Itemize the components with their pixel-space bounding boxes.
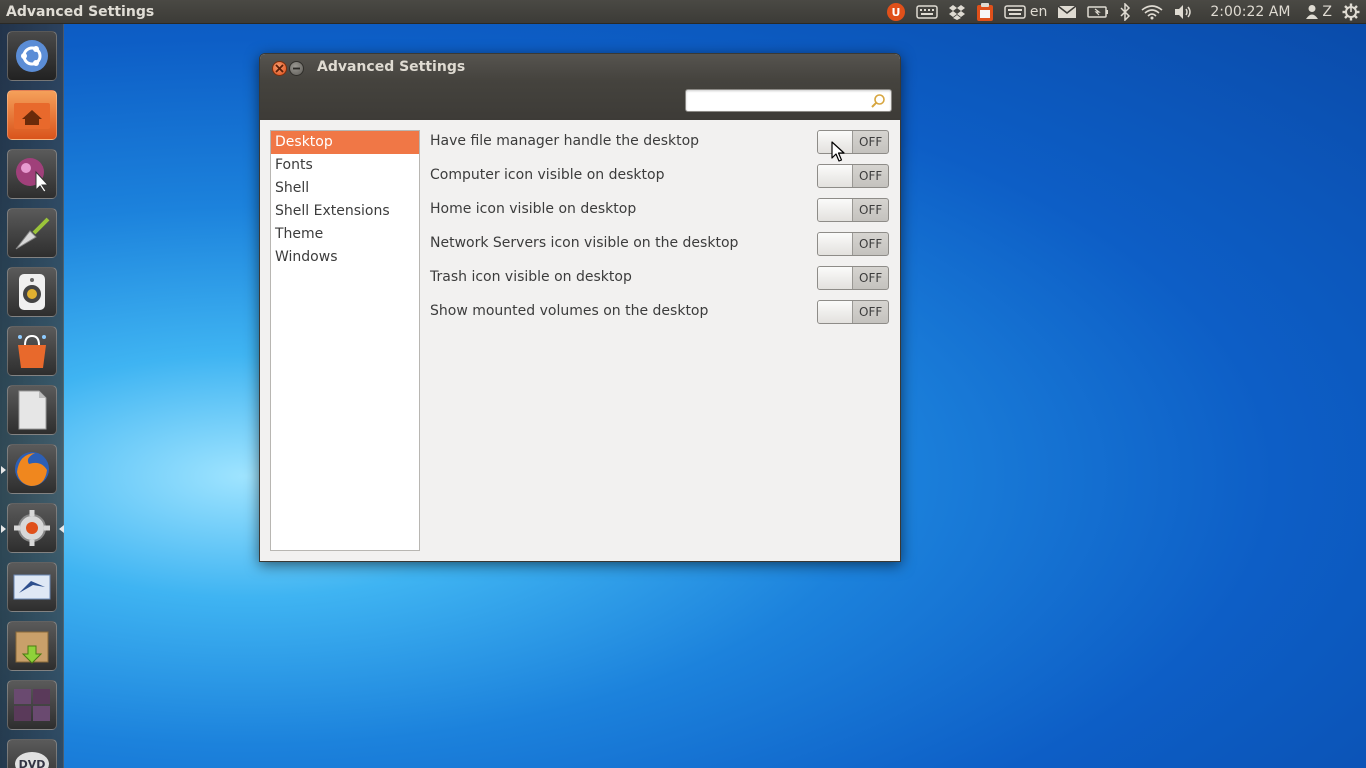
setting-label: Home icon visible on desktop [430, 201, 637, 217]
minimize-icon [293, 67, 300, 70]
setting-label: Trash icon visible on desktop [430, 269, 632, 285]
active-indicator [59, 525, 64, 533]
toggle-knob[interactable] [818, 165, 853, 187]
home-folder-icon[interactable] [7, 90, 57, 140]
toggle-state: OFF [859, 237, 883, 251]
mounted-volumes-toggle[interactable]: OFF [817, 300, 889, 324]
network-servers-icon-toggle[interactable]: OFF [817, 232, 889, 256]
trash-icon-toggle[interactable]: OFF [817, 266, 889, 290]
toggle-state: OFF [859, 271, 883, 285]
compiz-settings-icon[interactable] [7, 149, 57, 199]
mail-bird-icon[interactable] [7, 562, 57, 612]
category-list: Desktop Fonts Shell Shell Extensions The… [270, 130, 420, 551]
category-windows[interactable]: Windows [271, 246, 419, 269]
svg-text:U: U [891, 6, 900, 19]
toggle-knob[interactable] [818, 199, 853, 221]
clipboard-icon[interactable] [976, 0, 994, 24]
dropbox-icon[interactable] [948, 0, 966, 24]
toggle-state: OFF [859, 135, 883, 149]
top-panel: Advanced Settings U en 2:00:22 AM Z [0, 0, 1366, 24]
mouse-pointer-icon [831, 141, 845, 167]
category-fonts[interactable]: Fonts [271, 154, 419, 177]
advanced-settings-window: Advanced Settings Desktop Fonts Shell Sh… [259, 53, 901, 562]
top-panel-app-title: Advanced Settings [6, 3, 155, 20]
keyboard-layout-label: en [1029, 4, 1048, 20]
toggle-state: OFF [859, 169, 883, 183]
launcher: DVD [0, 24, 64, 768]
category-shell-extensions[interactable]: Shell Extensions [271, 200, 419, 223]
svg-text:DVD: DVD [19, 758, 46, 768]
keyboard-icon[interactable] [916, 0, 938, 24]
libreoffice-icon[interactable] [7, 385, 57, 435]
bluetooth-icon[interactable] [1119, 0, 1131, 24]
user-name: Z [1322, 4, 1332, 20]
firefox-icon[interactable] [7, 444, 57, 494]
mail-envelope-icon[interactable] [1057, 0, 1077, 24]
setting-label: Have file manager handle the desktop [430, 133, 700, 149]
close-icon [275, 64, 284, 73]
speaker-audio-icon[interactable] [7, 267, 57, 317]
trowel-tool-icon[interactable] [7, 208, 57, 258]
battery-icon[interactable] [1087, 0, 1109, 24]
session-gear-icon[interactable] [1342, 0, 1360, 24]
package-installer-icon[interactable] [7, 621, 57, 671]
toggle-knob[interactable] [818, 233, 853, 255]
software-center-icon[interactable] [7, 326, 57, 376]
ubuntu-one-icon[interactable]: U [886, 0, 906, 24]
workspace-switcher-icon[interactable] [7, 680, 57, 730]
setting-row: Trash icon visible on desktop OFF [430, 266, 890, 292]
close-button[interactable] [272, 61, 287, 76]
search-input[interactable] [685, 89, 892, 112]
minimize-button[interactable] [289, 61, 304, 76]
user-menu[interactable]: Z [1305, 0, 1332, 24]
setting-row: Computer icon visible on desktop OFF [430, 164, 890, 190]
category-theme[interactable]: Theme [271, 223, 419, 246]
home-icon-toggle[interactable]: OFF [817, 198, 889, 222]
setting-label: Network Servers icon visible on the desk… [430, 235, 739, 251]
window-titlebar[interactable]: Advanced Settings [260, 54, 900, 120]
toggle-knob[interactable] [818, 301, 853, 323]
running-indicator [1, 525, 6, 533]
toggle-state: OFF [859, 203, 883, 217]
wifi-icon[interactable] [1141, 0, 1163, 24]
user-icon [1306, 5, 1319, 19]
category-desktop[interactable]: Desktop [271, 131, 419, 154]
ubuntu-dash-icon[interactable] [7, 31, 57, 81]
window-title: Advanced Settings [317, 59, 466, 75]
setting-row: Show mounted volumes on the desktop OFF [430, 300, 890, 326]
keyboard-layout-icon[interactable]: en [1004, 0, 1048, 24]
setting-row: Network Servers icon visible on the desk… [430, 232, 890, 258]
toggle-knob[interactable] [818, 267, 853, 289]
dvd-icon[interactable]: DVD [7, 739, 57, 768]
setting-label: Show mounted volumes on the desktop [430, 303, 709, 319]
file-manager-desktop-toggle[interactable]: OFF [817, 130, 889, 154]
running-indicator [1, 466, 6, 474]
clock[interactable]: 2:00:22 AM [1210, 0, 1290, 24]
volume-icon[interactable] [1173, 0, 1193, 24]
search-icon[interactable] [870, 93, 886, 113]
toggle-state: OFF [859, 305, 883, 319]
indicator-area: U en 2:00:22 AM Z [881, 0, 1366, 24]
computer-icon-toggle[interactable]: OFF [817, 164, 889, 188]
setting-label: Computer icon visible on desktop [430, 167, 665, 183]
category-shell[interactable]: Shell [271, 177, 419, 200]
setting-row: Home icon visible on desktop OFF [430, 198, 890, 224]
system-settings-icon[interactable] [7, 503, 57, 553]
setting-row: Have file manager handle the desktop OFF [430, 130, 890, 156]
